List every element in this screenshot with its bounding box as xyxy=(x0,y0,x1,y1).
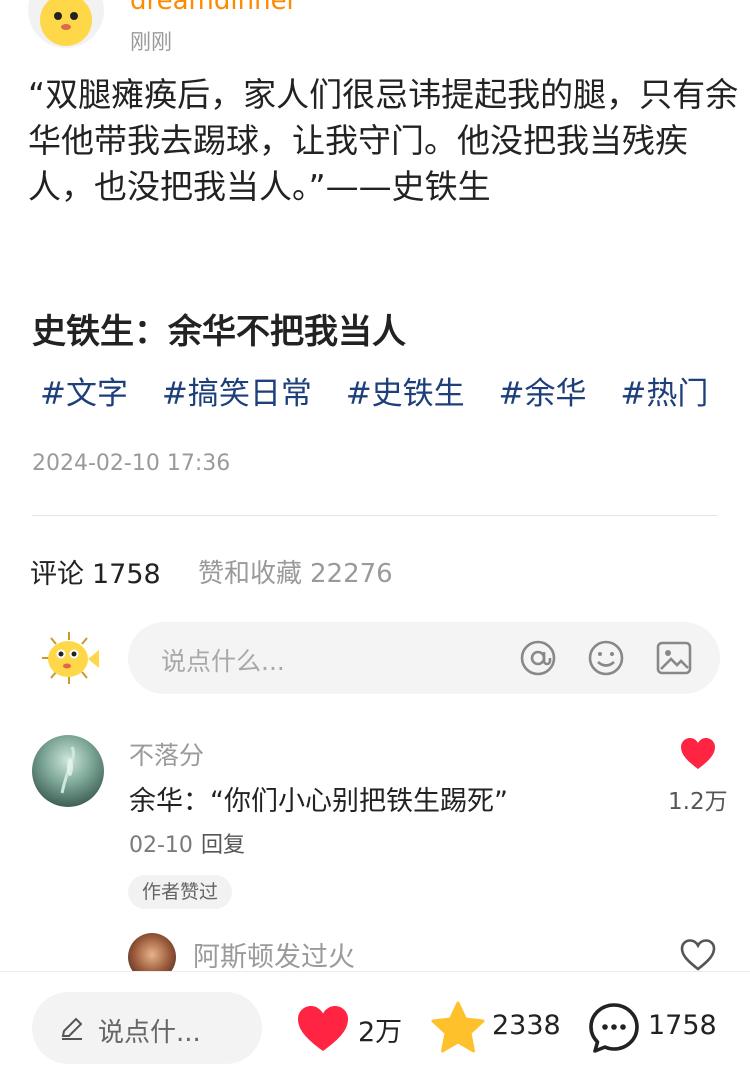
tag-list: #文字 #搞笑日常 #史铁生 #余华 #热门 # xyxy=(40,368,740,413)
bottom-input-placeholder: 说点什... xyxy=(98,1018,201,1048)
comments-stat: 评论 1758 xyxy=(30,552,161,591)
commenter-username[interactable]: 阿斯顿发过火 xyxy=(193,935,355,974)
reply-button[interactable]: 回复 xyxy=(201,833,245,858)
heart-filled-icon[interactable] xyxy=(680,737,716,771)
comment-input-placeholder: 说点什么... xyxy=(161,647,285,676)
emoji-icon[interactable] xyxy=(586,638,626,678)
comments-label: 评论 xyxy=(30,559,84,590)
tag[interactable]: #文字 xyxy=(40,376,128,412)
avatar-image xyxy=(60,746,75,794)
bottom-action-bar: 说点什... 2万 2338 1758 xyxy=(0,971,750,1080)
commenter-avatar[interactable] xyxy=(32,735,104,807)
pufferfish-avatar-icon xyxy=(42,632,99,684)
image-icon[interactable] xyxy=(654,638,694,678)
comment-date: 02-10 xyxy=(129,833,193,858)
post-time: 刚刚 xyxy=(130,30,172,54)
tag[interactable]: #余华 xyxy=(499,376,587,412)
comment-meta: 02-10 回复 xyxy=(129,827,245,859)
collect-star-icon[interactable] xyxy=(430,1000,486,1056)
comment-text: 余华：“你们小心别把铁生踢死” xyxy=(129,786,508,817)
author-username[interactable]: dreamdinner xyxy=(130,0,297,16)
likes-collects-label: 赞和收藏 xyxy=(198,559,303,589)
collect-count: 2338 xyxy=(492,1010,561,1041)
post-date: 2024-02-10 17:36 xyxy=(32,451,231,476)
comment-bubble-icon[interactable] xyxy=(588,1002,640,1054)
author-liked-badge: 作者赞过 xyxy=(128,875,233,909)
like-count: 2万 xyxy=(358,1017,403,1048)
tag[interactable]: #热门 xyxy=(620,376,708,412)
pencil-icon xyxy=(61,1017,83,1040)
pufferfish-avatar-icon xyxy=(40,0,92,46)
likes-collects-stat[interactable]: 赞和收藏 22276 xyxy=(198,553,393,590)
likes-collects-count: 22276 xyxy=(310,559,393,589)
heart-outline-icon[interactable] xyxy=(680,938,716,972)
commenter-username[interactable]: 不落分 xyxy=(129,736,204,772)
bottom-comment-input[interactable]: 说点什... xyxy=(32,992,262,1064)
divider xyxy=(32,515,718,516)
tag[interactable]: #史铁生 xyxy=(346,376,465,412)
post-title: 史铁生：余华不把我当人 xyxy=(32,312,406,352)
post-body: “双腿瘫痪后，家人们很忌讳提起我的腿，只有余华他带我去踢球，让我守门。他没把我当… xyxy=(28,75,739,206)
tag[interactable]: #搞笑日常 xyxy=(162,376,312,412)
like-heart-icon[interactable] xyxy=(296,1004,350,1054)
author-avatar[interactable] xyxy=(28,0,104,48)
comment-count: 1758 xyxy=(648,1010,717,1041)
comment-input[interactable]: 说点什么... xyxy=(128,622,720,694)
comment-like-count: 1.2万 xyxy=(668,789,728,815)
at-mention-icon[interactable] xyxy=(518,638,558,678)
my-avatar xyxy=(36,628,102,688)
comments-count: 1758 xyxy=(92,559,161,590)
